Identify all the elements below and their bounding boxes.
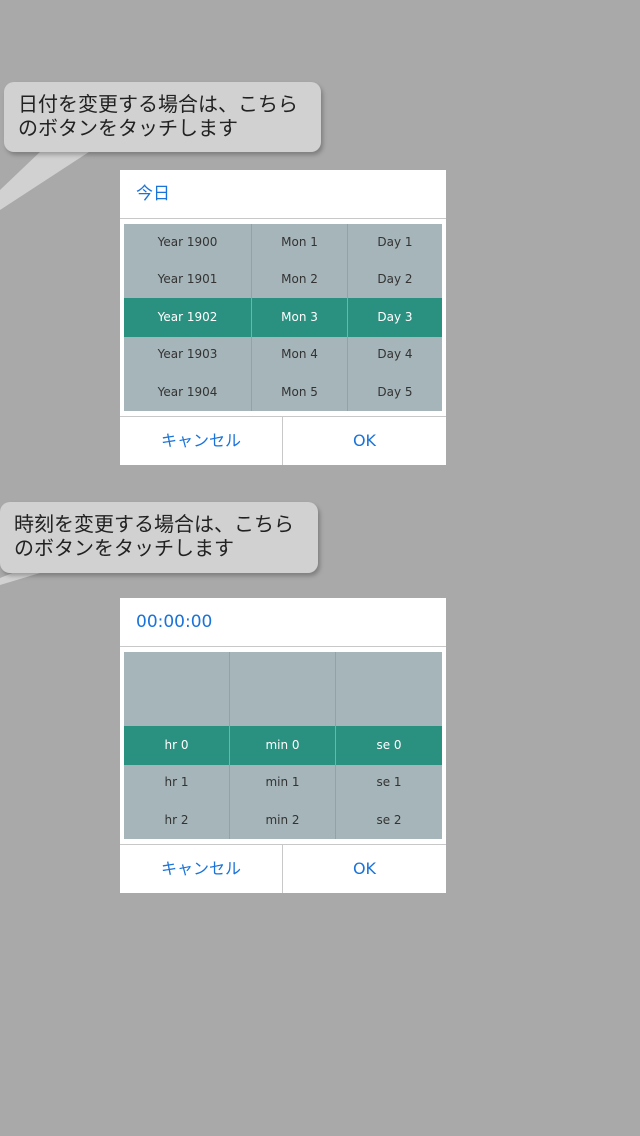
year-option-selected[interactable]: Year 1902 — [124, 299, 251, 336]
date-picker-dialog: 今日 Year 1900 Year 1901 Year 1902 Year 19… — [120, 170, 446, 465]
date-dialog-footer: キャンセル OK — [120, 416, 446, 465]
date-cancel-button[interactable]: キャンセル — [120, 417, 283, 465]
month-option[interactable]: Mon 4 — [252, 336, 347, 373]
minute-column[interactable]: min 0 min 1 min 2 — [230, 652, 336, 839]
minute-option[interactable]: min 2 — [230, 802, 335, 839]
day-option[interactable]: Day 5 — [348, 374, 442, 411]
time-picker[interactable]: hr 0 hr 1 hr 2 min 0 min 1 min 2 se 0 se… — [124, 652, 442, 839]
month-option-selected[interactable]: Mon 3 — [252, 299, 347, 336]
time-dialog-footer: キャンセル OK — [120, 844, 446, 893]
hour-column[interactable]: hr 0 hr 1 hr 2 — [124, 652, 230, 839]
hour-option-selected[interactable]: hr 0 — [124, 727, 229, 764]
date-hint-line2: のボタンをタッチします — [18, 116, 238, 140]
second-option[interactable] — [336, 652, 442, 689]
hour-option[interactable]: hr 1 — [124, 764, 229, 801]
date-ok-button[interactable]: OK — [283, 417, 446, 465]
day-option[interactable]: Day 2 — [348, 261, 442, 298]
date-hint-bubble: 日付を変更する場合は、こちら のボタンをタッチします — [4, 82, 321, 152]
year-option[interactable]: Year 1900 — [124, 224, 251, 261]
time-cancel-button[interactable]: キャンセル — [120, 845, 283, 893]
time-hint-line1: 時刻を変更する場合は、こちら — [14, 512, 294, 536]
year-column[interactable]: Year 1900 Year 1901 Year 1902 Year 1903 … — [124, 224, 252, 411]
day-option[interactable]: Day 1 — [348, 224, 442, 261]
second-option[interactable]: se 1 — [336, 764, 442, 801]
day-option[interactable]: Day 4 — [348, 336, 442, 373]
second-option[interactable]: se 2 — [336, 802, 442, 839]
date-hint-line1: 日付を変更する場合は、こちら — [18, 92, 298, 116]
minute-option[interactable] — [230, 689, 335, 726]
time-hint-line2: のボタンをタッチします — [14, 536, 234, 560]
hour-option[interactable]: hr 2 — [124, 802, 229, 839]
day-column[interactable]: Day 1 Day 2 Day 3 Day 4 Day 5 — [348, 224, 442, 411]
time-hint-bubble: 時刻を変更する場合は、こちら のボタンをタッチします — [0, 502, 318, 573]
month-column[interactable]: Mon 1 Mon 2 Mon 3 Mon 4 Mon 5 — [252, 224, 348, 411]
minute-option[interactable] — [230, 652, 335, 689]
month-option[interactable]: Mon 2 — [252, 261, 347, 298]
minute-option[interactable]: min 1 — [230, 764, 335, 801]
date-hint-tail — [0, 150, 92, 210]
day-option-selected[interactable]: Day 3 — [348, 299, 442, 336]
hour-option[interactable] — [124, 689, 229, 726]
year-option[interactable]: Year 1901 — [124, 261, 251, 298]
today-button[interactable]: 今日 — [120, 170, 446, 219]
year-option[interactable]: Year 1903 — [124, 336, 251, 373]
month-option[interactable]: Mon 1 — [252, 224, 347, 261]
minute-option-selected[interactable]: min 0 — [230, 727, 335, 764]
time-display-button[interactable]: 00:00:00 — [120, 598, 446, 647]
second-option-selected[interactable]: se 0 — [336, 727, 442, 764]
time-picker-dialog: 00:00:00 hr 0 hr 1 hr 2 min 0 min 1 min … — [120, 598, 446, 893]
year-option[interactable]: Year 1904 — [124, 374, 251, 411]
second-column[interactable]: se 0 se 1 se 2 — [336, 652, 442, 839]
hour-option[interactable] — [124, 652, 229, 689]
date-picker[interactable]: Year 1900 Year 1901 Year 1902 Year 1903 … — [124, 224, 442, 411]
time-ok-button[interactable]: OK — [283, 845, 446, 893]
month-option[interactable]: Mon 5 — [252, 374, 347, 411]
second-option[interactable] — [336, 689, 442, 726]
